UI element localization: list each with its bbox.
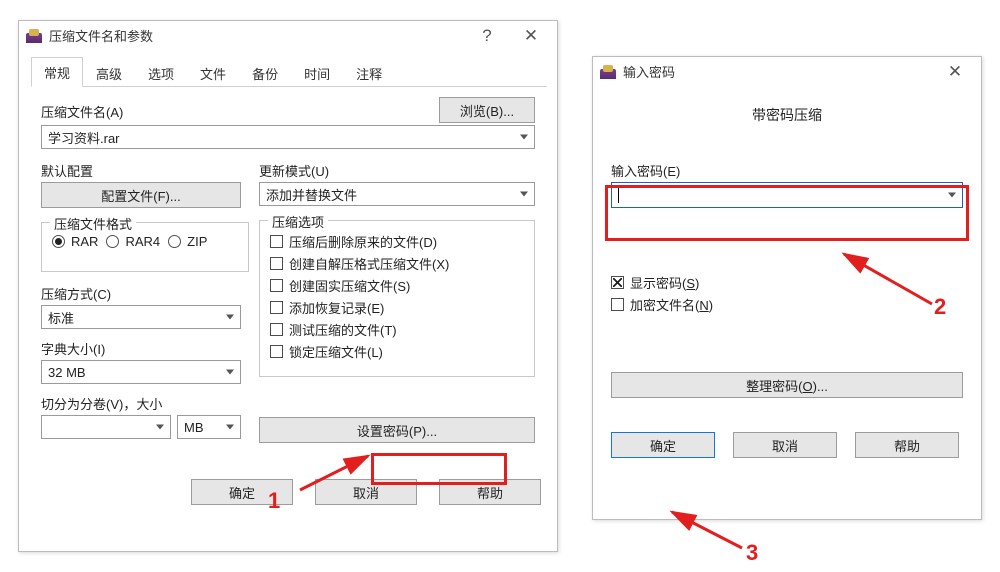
method-label: 压缩方式(C) <box>41 284 249 303</box>
close-button[interactable]: ✕ <box>933 58 977 86</box>
annotation-number-2: 2 <box>934 294 946 320</box>
format-radio-rar4[interactable]: RAR4 <box>106 234 160 249</box>
opt-sfx[interactable]: 创建自解压格式压缩文件(X) <box>270 254 524 273</box>
browse-button[interactable]: 浏览(B)... <box>439 97 535 123</box>
split-label: 切分为分卷(V)，大小 <box>41 394 249 413</box>
archive-name-value: 学习资料.rar <box>48 128 120 147</box>
cancel-button[interactable]: 取消 <box>733 432 837 458</box>
split-unit-select[interactable]: MB <box>177 415 241 439</box>
tab-time[interactable]: 时间 <box>291 58 343 87</box>
set-password-button[interactable]: 设置密码(P)... <box>259 417 535 443</box>
password-input[interactable] <box>611 182 963 208</box>
dict-select[interactable]: 32 MB <box>41 360 241 384</box>
titlebar: 压缩文件名和参数 ? ✕ <box>19 21 557 51</box>
archive-params-dialog: 压缩文件名和参数 ? ✕ 常规 高级 选项 文件 备份 时间 注释 压缩文件名(… <box>18 20 558 552</box>
encrypt-filenames-checkbox[interactable]: 加密文件名(N) <box>611 295 963 314</box>
opt-delete-after[interactable]: 压缩后删除原来的文件(D) <box>270 232 524 251</box>
split-size-input[interactable] <box>41 415 171 439</box>
opt-recovery[interactable]: 添加恢复记录(E) <box>270 298 524 317</box>
format-radio-zip[interactable]: ZIP <box>168 234 207 249</box>
format-group-legend: 压缩文件格式 <box>50 214 136 233</box>
show-password-checkbox[interactable]: 显示密码(S) <box>611 273 963 292</box>
ok-button[interactable]: 确定 <box>611 432 715 458</box>
window-title: 输入密码 <box>623 62 675 81</box>
tab-general[interactable]: 常规 <box>31 57 83 87</box>
tab-options[interactable]: 选项 <box>135 58 187 87</box>
update-mode-label: 更新模式(U) <box>259 161 535 180</box>
dict-label: 字典大小(I) <box>41 339 249 358</box>
annotation-number-1: 1 <box>268 488 280 514</box>
archive-name-input[interactable]: 学习资料.rar <box>41 125 535 149</box>
format-radio-rar[interactable]: RAR <box>52 234 98 249</box>
opt-lock[interactable]: 锁定压缩文件(L) <box>270 342 524 361</box>
winrar-icon <box>599 63 617 81</box>
opt-solid[interactable]: 创建固实压缩文件(S) <box>270 276 524 295</box>
profiles-button[interactable]: 配置文件(F)... <box>41 182 241 208</box>
options-legend: 压缩选项 <box>268 212 328 231</box>
titlebar: 输入密码 ✕ <box>593 57 981 87</box>
tab-backup[interactable]: 备份 <box>239 58 291 87</box>
winrar-icon <box>25 27 43 45</box>
help-button-footer[interactable]: 帮助 <box>439 479 541 505</box>
archive-name-label: 压缩文件名(A) <box>41 102 123 121</box>
general-tab-body: 压缩文件名(A) 浏览(B)... 学习资料.rar 默认配置 配置文件(F).… <box>19 87 557 455</box>
dialog-footer: 确定 取消 帮助 <box>611 432 959 458</box>
cancel-button[interactable]: 取消 <box>315 479 417 505</box>
annotation-number-3: 3 <box>746 540 758 566</box>
tab-files[interactable]: 文件 <box>187 58 239 87</box>
enter-password-dialog: 输入密码 ✕ 带密码压缩 输入密码(E) 显示密码(S) 加密文件名(N) 整理… <box>592 56 982 520</box>
method-select[interactable]: 标准 <box>41 305 241 329</box>
tab-advanced[interactable]: 高级 <box>83 58 135 87</box>
pw-section-title: 带密码压缩 <box>611 105 963 125</box>
pw-input-label: 输入密码(E) <box>611 161 963 180</box>
help-button[interactable]: ? <box>465 22 509 50</box>
tab-comment[interactable]: 注释 <box>343 58 395 87</box>
organize-passwords-button[interactable]: 整理密码(O)... <box>611 372 963 398</box>
default-profile-label: 默认配置 <box>41 161 249 180</box>
update-mode-select[interactable]: 添加并替换文件 <box>259 182 535 206</box>
opt-test[interactable]: 测试压缩的文件(T) <box>270 320 524 339</box>
tabs-row: 常规 高级 选项 文件 备份 时间 注释 <box>31 59 547 87</box>
help-button[interactable]: 帮助 <box>855 432 959 458</box>
window-title: 压缩文件名和参数 <box>49 26 153 45</box>
close-button[interactable]: ✕ <box>509 22 553 50</box>
